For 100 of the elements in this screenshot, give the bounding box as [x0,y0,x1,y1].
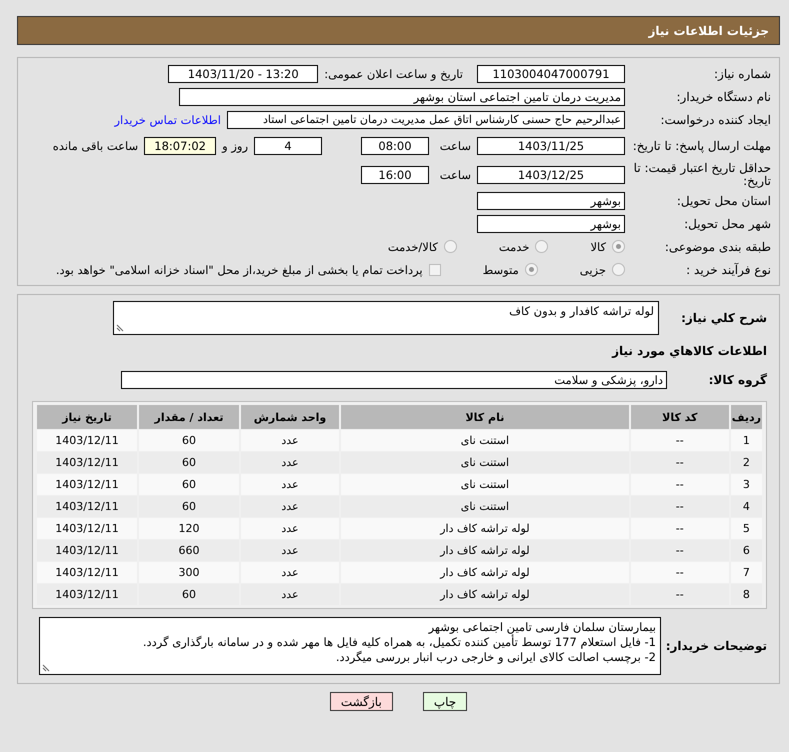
field-label: ساعت [438,139,471,153]
time-field: 16:00 [361,166,429,184]
field-label: نوع فرآیند خرید : [685,262,771,276]
description-field: لوله تراشه کافدار و بدون کاف [113,301,659,335]
field-label: استان محل تحویل: [676,194,771,208]
field-label: گروه کالا: [708,372,767,386]
field-label: توضیحات خریدار: [669,639,767,653]
radio-button[interactable] [524,263,538,276]
table-cell: لوله تراشه کاف دار [341,540,629,561]
table-cell: 2 [730,452,762,473]
print-button[interactable]: چاپ [422,692,468,711]
table-cell: 1403/12/11 [37,540,137,561]
table-cell: -- [630,518,729,539]
remaining-time-field: 18:07:02 [144,137,216,155]
radio-label: کالا/خدمت [388,240,438,254]
section-heading: اطلاعات كالاهاي مورد نياز [612,344,767,358]
time-field: 08:00 [361,137,429,155]
announce-date-field: 1403/11/20 - 13:20 [168,64,318,82]
field-label: ساعت باقی مانده [52,139,138,153]
field-label: ایجاد کننده درخواست: [659,112,771,126]
table-cell: 3 [730,474,762,495]
table-cell: 300 [139,562,239,583]
radio-label: جزیی [580,262,606,276]
radio-button[interactable] [444,240,457,253]
checkbox-label: پرداخت تمام یا بخشی از مبلغ خرید،از محل "اسناد خزانه اسلامی" خواهد بود. [56,262,423,276]
table-cell: 60 [139,496,239,517]
field-label: روز و [222,139,248,153]
resize-grip-icon [116,324,124,332]
buyer-notes-field: بیمارستان سلمان فارسی تامین اجتماعی بوشهر 1- فایل استعلام 177 توسط تأمین کننده تکمیل، به همراه کلیه فایل ها مهر شده و در سامانه بارگذاری گردد. 2- برچسب اصالت کالای ایرانی و خارجی درب انبار بررسی میگردد. [39,617,661,675]
goods-group-field: دارو، پزشکی و سلامت [121,370,667,388]
radio-button[interactable] [612,263,625,276]
date-field: 1403/11/25 [477,137,625,155]
radio-label: کالا [590,240,606,254]
table-cell: استنت نای [341,496,629,517]
city-field: بوشهر [477,214,625,232]
radio-label: متوسط [482,262,519,276]
table-cell: استنت نای [341,474,629,495]
table-cell: -- [630,496,729,517]
table-cell: 660 [139,540,239,561]
table-cell: عدد [241,562,339,583]
field-label: تاریخ و ساعت اعلان عمومی: [324,66,463,80]
days-field: 4 [254,137,322,155]
field-label: شرح كلي نياز: [680,311,767,325]
table-cell: 1 [730,430,762,451]
table-cell: لوله تراشه کاف دار [341,562,629,583]
province-field: بوشهر [477,192,625,210]
radio-button[interactable] [612,240,625,253]
table-cell: -- [630,452,729,473]
table-cell: -- [630,562,729,583]
table-cell: 1403/12/11 [37,496,137,517]
table-cell: 1403/12/11 [37,562,137,583]
contact-link[interactable]: اطلاعات تماس خریدار [114,112,221,126]
column-header: ردیف [730,405,762,429]
table-cell: -- [630,474,729,495]
column-header: واحد شمارش [241,405,339,429]
table-cell: لوله تراشه کاف دار [341,584,629,605]
table-cell: استنت نای [341,430,629,451]
field-label: نام دستگاه خریدار: [676,90,771,104]
table-cell: -- [630,430,729,451]
page-title: جزئیات اطلاعات نیاز [648,24,769,38]
table-cell: عدد [241,496,339,517]
table-cell: -- [630,584,729,605]
table-cell: 1403/12/11 [37,452,137,473]
table-cell: 60 [139,474,239,495]
table-cell: 4 [730,496,762,517]
checkbox[interactable] [428,264,441,276]
table-cell: استنت نای [341,452,629,473]
table-cell: عدد [241,540,339,561]
back-button[interactable]: بازگشت [330,692,393,711]
table-cell: 5 [730,518,762,539]
field-label: ساعت [438,168,471,182]
date-field: 1403/12/25 [477,166,625,184]
radio-button[interactable] [535,240,548,253]
table-cell: 8 [730,584,762,605]
table-cell: 1403/12/11 [37,474,137,495]
table-cell: لوله تراشه کاف دار [341,518,629,539]
creator-field: عبدالرحیم حاج حسنی کارشناس اتاق عمل مدیریت درمان تامین اجتماعی استاد [227,110,625,128]
field-label: مهلت ارسال پاسخ: تا تاریخ: [632,140,771,152]
column-header: کد کالا [630,405,729,429]
table-cell: 1403/12/11 [37,430,137,451]
column-header: تاریخ نیاز [37,405,137,429]
table-cell: 7 [730,562,762,583]
table-cell: -- [630,540,729,561]
table-cell: 60 [139,452,239,473]
table-cell: عدد [241,452,339,473]
table-cell: عدد [241,474,339,495]
table-cell: 60 [139,430,239,451]
table-cell: عدد [241,430,339,451]
field-label: طبقه بندی موضوعی: [664,240,771,254]
buyer-org-field: مدیریت درمان تامین اجتماعی استان بوشهر [179,88,625,106]
need-number-field: 1103004047000791 [477,64,625,82]
table-cell: 1403/12/11 [37,584,137,605]
table-cell: 6 [730,540,762,561]
table-cell: عدد [241,584,339,605]
table-cell: 60 [139,584,239,605]
resize-grip-icon [42,664,50,672]
column-header: نام کالا [341,405,629,429]
radio-label: خدمت [498,240,530,254]
field-label: شماره نیاز: [713,66,771,80]
field-label: حداقل تاریخ اعتبار قیمت: تا تاریخ: [632,162,771,188]
